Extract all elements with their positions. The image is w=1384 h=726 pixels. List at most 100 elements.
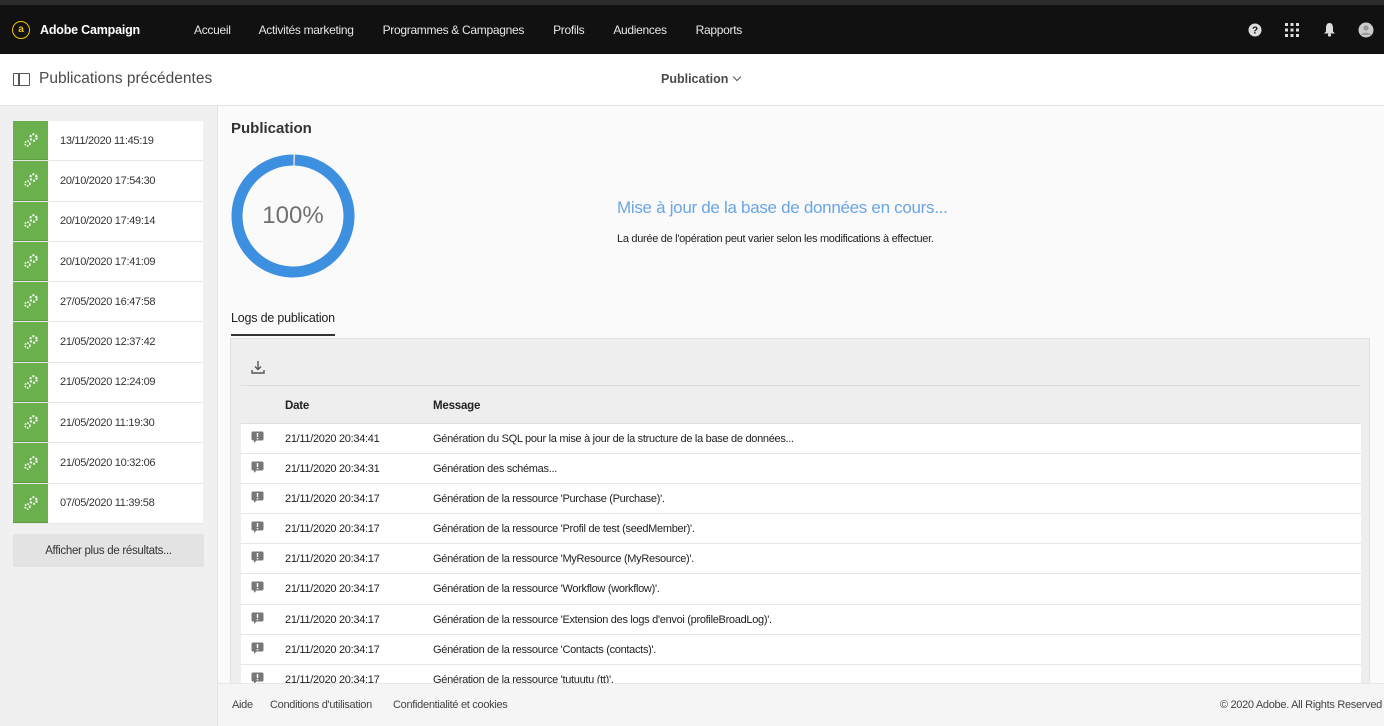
- history-item-date: 07/05/2020 11:39:58: [60, 497, 155, 510]
- chevron-down-icon: [733, 72, 742, 82]
- progress-ring: 100%: [230, 153, 356, 279]
- log-message: Génération de la ressource 'Profil de te…: [433, 523, 695, 536]
- log-message: Génération de la ressource 'Contacts (co…: [433, 643, 657, 656]
- column-header-message[interactable]: Message: [433, 400, 480, 412]
- history-item[interactable]: 20/10/2020 17:41:09: [13, 241, 203, 283]
- notifications-bell-icon[interactable]: [1321, 22, 1337, 38]
- status-description: La durée de l'opération peut varier selo…: [617, 233, 934, 245]
- warning-message-icon: [251, 581, 264, 594]
- user-avatar-icon[interactable]: [1358, 22, 1374, 38]
- publication-main: Publication 100% Mise à jour de la base …: [218, 106, 1384, 683]
- svg-text:?: ?: [1252, 25, 1258, 36]
- log-message: Génération de la ressource 'Extension de…: [433, 613, 772, 626]
- top-navigation-bar: a Adobe Campaign Accueil Activités marke…: [0, 0, 1384, 54]
- warning-message-icon: [251, 612, 264, 624]
- log-row[interactable]: 21/11/2020 20:34:17 Génération de la ress…: [241, 665, 1361, 683]
- gears-icon: [13, 322, 48, 362]
- history-item[interactable]: 21/05/2020 11:19:30: [13, 403, 203, 444]
- history-item[interactable]: 07/05/2020 11:39:58: [13, 483, 203, 524]
- nav-item-accueil[interactable]: Accueil: [194, 23, 231, 37]
- sub-header: Publications précédentes Publication: [0, 54, 1384, 106]
- nav-item-profils[interactable]: Profils: [553, 23, 585, 37]
- help-icon[interactable]: ?: [1247, 22, 1263, 38]
- history-item-date: 13/11/2020 11:45:19: [60, 134, 154, 147]
- footer-link-confidentialite[interactable]: Confidentialité et cookies: [393, 699, 508, 711]
- log-message: Génération de la ressource 'MyResource (…: [433, 553, 694, 566]
- log-date: 21/11/2020 20:34:17: [285, 673, 380, 683]
- gears-icon: [13, 282, 48, 322]
- publication-dropdown[interactable]: Publication: [661, 72, 742, 86]
- log-date: 21/11/2020 20:34:17: [285, 643, 380, 656]
- adobe-campaign-logo-icon: a: [12, 20, 30, 39]
- publication-history-list: 13/11/2020 11:45:19 20/10/2020 17:54:30 20…: [13, 121, 203, 524]
- warning-message-icon: [251, 551, 264, 564]
- log-message: Génération de la ressource 'Purchase (Pu…: [433, 493, 665, 506]
- history-item[interactable]: 21/05/2020 10:32:06: [13, 443, 203, 484]
- history-item-date: 20/10/2020 17:54:30: [60, 174, 156, 187]
- gears-icon: [13, 403, 48, 443]
- log-row[interactable]: 21/11/2020 20:34:17 Génération de la ress…: [241, 484, 1361, 515]
- history-item[interactable]: 21/05/2020 12:37:42: [13, 322, 203, 363]
- nav-item-programmes-campagnes[interactable]: Programmes & Campagnes: [383, 23, 525, 37]
- log-row[interactable]: 21/11/2020 20:34:17 Génération de la ress…: [241, 514, 1361, 545]
- nav-item-activites-marketing[interactable]: Activités marketing: [259, 23, 354, 37]
- log-date: 21/11/2020 20:34:41: [285, 433, 380, 445]
- logs-panel: Date Message 21/11/2020 20:34:41 Générati…: [230, 338, 1370, 683]
- nav-item-rapports[interactable]: Rapports: [696, 23, 743, 37]
- tab-logs-de-publication[interactable]: Logs de publication: [231, 311, 335, 336]
- log-date: 21/11/2020 20:34:31: [285, 463, 380, 476]
- log-row[interactable]: 21/11/2020 20:34:17 Génération de la ress…: [241, 605, 1361, 635]
- brand[interactable]: a Adobe Campaign: [12, 20, 175, 39]
- history-item-date: 21/05/2020 12:37:42: [60, 336, 156, 349]
- main-nav: Accueil Activités marketing Programmes &…: [175, 23, 742, 37]
- log-row[interactable]: 21/11/2020 20:34:31 Génération des schéma…: [241, 454, 1361, 485]
- log-message: Génération de la ressource 'tutuutu (tt)…: [433, 673, 614, 683]
- section-title: Publication: [231, 120, 312, 137]
- history-item[interactable]: 20/10/2020 17:54:30: [13, 161, 203, 202]
- publication-history-sidebar: 13/11/2020 11:45:19 20/10/2020 17:54:30 20…: [0, 106, 218, 726]
- history-item[interactable]: 27/05/2020 16:47:58: [13, 282, 203, 323]
- gears-icon: [13, 241, 48, 282]
- history-item-date: 21/05/2020 11:19:30: [60, 416, 155, 429]
- gears-icon: [13, 161, 48, 201]
- footer: Aide Conditions d'utilisation Confidenti…: [218, 683, 1384, 726]
- footer-link-aide[interactable]: Aide: [232, 699, 253, 711]
- show-more-results-button[interactable]: Afficher plus de résultats...: [13, 534, 204, 567]
- log-row[interactable]: 21/11/2020 20:34:17 Génération de la ress…: [241, 635, 1361, 665]
- nav-item-audiences[interactable]: Audiences: [613, 23, 667, 37]
- history-item[interactable]: 21/05/2020 12:24:09: [13, 362, 203, 404]
- gears-icon: [13, 121, 48, 161]
- log-message: Génération du SQL pour la mise à jour de…: [433, 433, 794, 445]
- progress-percentage: 100%: [262, 202, 324, 229]
- apps-grid-icon[interactable]: [1284, 22, 1300, 38]
- logs-toolbar-divider: [241, 385, 1361, 386]
- log-date: 21/11/2020 20:34:17: [285, 523, 380, 536]
- copyright: © 2020 Adobe. All Rights Reserved: [1219, 699, 1382, 711]
- log-row[interactable]: 21/11/2020 20:34:17 Génération de la ress…: [241, 574, 1361, 605]
- history-item[interactable]: 13/11/2020 11:45:19: [13, 121, 203, 162]
- footer-link-conditions[interactable]: Conditions d'utilisation: [270, 699, 372, 711]
- download-icon[interactable]: [250, 359, 266, 375]
- history-item-date: 21/05/2020 10:32:06: [60, 457, 156, 470]
- logs-table: 21/11/2020 20:34:41 Génération du SQL pou…: [241, 423, 1361, 683]
- log-date: 21/11/2020 20:34:17: [285, 493, 380, 506]
- log-row[interactable]: 21/11/2020 20:34:17 Génération de la ress…: [241, 544, 1361, 575]
- publication-dropdown-label: Publication: [661, 72, 729, 86]
- warning-message-icon: [251, 521, 264, 534]
- log-message: Génération de la ressource 'Workflow (wo…: [433, 583, 660, 596]
- log-date: 21/11/2020 20:34:17: [285, 583, 380, 596]
- toggle-panel-icon[interactable]: [13, 73, 30, 86]
- warning-message-icon: [251, 461, 264, 474]
- status-title: Mise à jour de la base de données en cou…: [617, 198, 948, 217]
- gears-icon: [13, 362, 48, 403]
- gears-icon: [13, 201, 48, 241]
- warning-message-icon: [251, 672, 264, 683]
- log-message: Génération des schémas...: [433, 463, 557, 476]
- column-header-date[interactable]: Date: [285, 400, 309, 412]
- top-right-icons: ?: [1226, 5, 1374, 54]
- gears-icon: [13, 443, 48, 483]
- warning-message-icon: [251, 431, 264, 443]
- warning-message-icon: [251, 642, 264, 654]
- log-row[interactable]: 21/11/2020 20:34:41 Génération du SQL pou…: [241, 424, 1361, 455]
- history-item[interactable]: 20/10/2020 17:49:14: [13, 201, 203, 242]
